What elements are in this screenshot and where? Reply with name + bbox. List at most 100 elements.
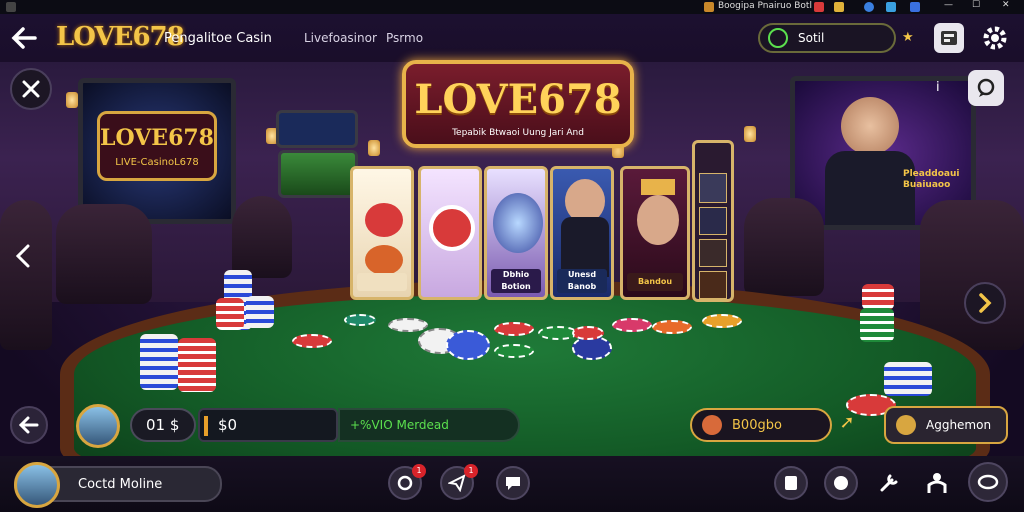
sign-title: LOVE678 bbox=[414, 76, 622, 123]
headset-icon bbox=[834, 476, 848, 490]
game-card[interactable] bbox=[350, 166, 414, 300]
wallet-button[interactable] bbox=[774, 466, 808, 500]
card-caption bbox=[357, 273, 407, 291]
chevron-left-icon bbox=[15, 244, 30, 268]
arrow-icon[interactable]: ➚ bbox=[834, 412, 860, 438]
menu-button[interactable] bbox=[968, 462, 1008, 502]
account-pill[interactable]: Agghemon bbox=[884, 406, 1008, 444]
tools-button[interactable] bbox=[872, 466, 906, 500]
left-game-screen[interactable]: LOVE678 LIVE-CasinoL678 bbox=[78, 78, 236, 224]
arrow-left-icon bbox=[19, 416, 39, 434]
profile-card-button[interactable] bbox=[934, 23, 964, 53]
prev-page-button[interactable] bbox=[8, 236, 38, 276]
wall-lamp bbox=[66, 92, 78, 108]
poker-chip bbox=[702, 314, 742, 328]
user-avatar[interactable] bbox=[14, 462, 60, 508]
poker-chip bbox=[612, 318, 652, 332]
maximize-icon[interactable]: ☐ bbox=[972, 0, 980, 10]
chat-button[interactable] bbox=[968, 70, 1004, 106]
star-icon[interactable]: ★ bbox=[902, 30, 914, 45]
chip-stack bbox=[140, 334, 178, 390]
chat-icon bbox=[977, 78, 995, 97]
wall-lamp bbox=[368, 140, 380, 156]
back-button[interactable] bbox=[6, 20, 42, 56]
message-button[interactable] bbox=[496, 466, 530, 500]
game-card[interactable] bbox=[418, 166, 482, 300]
balance-display: 01 $ bbox=[130, 408, 196, 442]
side-thumbs[interactable] bbox=[692, 140, 734, 302]
support-button[interactable] bbox=[824, 466, 858, 500]
rewards-button[interactable]: 1 bbox=[388, 464, 426, 500]
coins-value: B00gbo bbox=[732, 417, 782, 433]
poker-chip bbox=[292, 334, 332, 348]
card-caption: Unesd Banob bbox=[557, 269, 607, 293]
poker-chip bbox=[494, 322, 534, 336]
close-window-icon[interactable]: ✕ bbox=[1002, 0, 1010, 10]
back-round-button[interactable] bbox=[10, 406, 48, 444]
nav-live-casino[interactable]: Livefoasinor bbox=[304, 31, 377, 45]
chip-stack bbox=[216, 298, 244, 330]
gear-icon bbox=[983, 26, 1007, 50]
game-card[interactable]: Unesd Banob bbox=[550, 166, 614, 300]
sign-subtitle: Tepabik Btwaoi Uung Jari And bbox=[452, 128, 584, 138]
wallet-icon bbox=[785, 476, 797, 490]
telegram-icon[interactable] bbox=[886, 2, 896, 12]
small-game-screen[interactable] bbox=[276, 110, 358, 148]
info-icon[interactable]: i bbox=[936, 80, 940, 95]
chevron-right-icon bbox=[979, 293, 992, 313]
trophy-icon bbox=[896, 415, 916, 435]
close-icon bbox=[22, 80, 40, 98]
card-caption: Dbhio Botion bbox=[491, 269, 541, 293]
browser-icon[interactable] bbox=[864, 2, 874, 12]
chair bbox=[920, 200, 1024, 350]
system-bar: Boogipa Pnairuo Botl — ☐ ✕ bbox=[0, 0, 1024, 14]
left-screen-sub: LIVE-CasinoL678 bbox=[115, 157, 199, 168]
game-card[interactable]: Bandou bbox=[620, 166, 690, 300]
player-avatar[interactable] bbox=[76, 404, 120, 448]
poker-chip bbox=[388, 318, 428, 332]
poker-chip bbox=[446, 330, 490, 360]
arrow-left-icon bbox=[11, 27, 37, 49]
notification-badge: 1 bbox=[464, 464, 478, 478]
wrench-icon bbox=[880, 474, 898, 492]
small-game-screen[interactable] bbox=[278, 150, 358, 198]
poker-chip bbox=[652, 320, 692, 334]
search-icon bbox=[768, 28, 788, 48]
notification-badge: 1 bbox=[412, 464, 426, 478]
minimize-icon[interactable]: — bbox=[944, 0, 953, 10]
download-icon[interactable] bbox=[910, 2, 920, 12]
card-caption bbox=[425, 273, 475, 291]
sys-right-title: Boogipa Pnairuo Botl bbox=[718, 1, 812, 11]
neon-logo-sign: LOVE678 Tepabik Btwaoi Uung Jari And bbox=[402, 60, 634, 148]
chair bbox=[56, 204, 152, 304]
search-value: Sotil bbox=[798, 31, 825, 45]
chip-stack bbox=[246, 296, 274, 328]
coins-pill[interactable]: B00gbo bbox=[690, 408, 832, 442]
card-caption: Bandou bbox=[627, 273, 683, 291]
next-page-button[interactable] bbox=[964, 282, 1006, 324]
chip-stack bbox=[862, 284, 894, 310]
record-icon[interactable] bbox=[814, 2, 824, 12]
vip-status[interactable]: +%VIO Merdead bbox=[338, 408, 520, 442]
profile-button[interactable] bbox=[920, 466, 954, 500]
bet-marker bbox=[204, 416, 208, 436]
app-tray-icon bbox=[704, 2, 714, 12]
person-icon bbox=[927, 473, 947, 493]
wall-lamp bbox=[744, 126, 756, 142]
settings-button[interactable] bbox=[980, 23, 1010, 53]
coin-icon[interactable] bbox=[834, 2, 844, 12]
poker-chip bbox=[344, 314, 376, 326]
nav-promo[interactable]: Psrmo bbox=[386, 31, 423, 45]
left-screen-title: LOVE678 bbox=[99, 125, 214, 151]
mask-icon bbox=[702, 415, 722, 435]
search-field[interactable]: Sotil bbox=[758, 23, 896, 53]
exit-game-button[interactable] bbox=[10, 68, 52, 110]
poker-chip bbox=[572, 326, 604, 340]
header-subtitle: Pengalitoe Casin bbox=[164, 31, 272, 46]
chip-stack bbox=[860, 308, 894, 342]
chip-stack bbox=[178, 338, 216, 392]
share-button[interactable]: 1 bbox=[440, 464, 478, 500]
bet-input[interactable]: $0 bbox=[198, 408, 338, 442]
game-card[interactable]: Dbhio Botion bbox=[484, 166, 548, 300]
chip-stack bbox=[884, 362, 932, 396]
